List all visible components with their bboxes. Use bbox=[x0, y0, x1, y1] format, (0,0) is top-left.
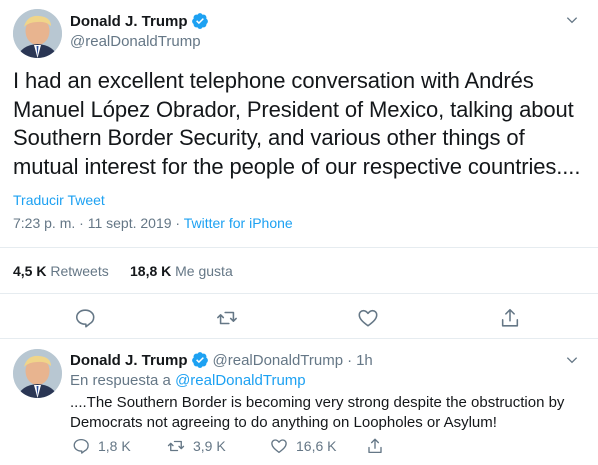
reply-mention-link[interactable]: @realDonaldTrump bbox=[175, 372, 306, 389]
tweet-meta: 7:23 p. m. · 11 sept. 2019 · Twitter for… bbox=[13, 215, 293, 231]
meta-separator: · bbox=[79, 215, 84, 231]
avatar-image bbox=[13, 9, 62, 58]
reply-count: 1,8 K bbox=[98, 438, 131, 454]
reply-button[interactable]: 1,8 K bbox=[72, 437, 131, 455]
retweets-count: 4,5 K bbox=[13, 263, 47, 279]
main-tweet: Donald J. Trump @realDonaldTrump I had a… bbox=[0, 0, 598, 339]
likes-label: Me gusta bbox=[175, 263, 233, 279]
share-icon[interactable] bbox=[499, 307, 521, 329]
meta-separator: · bbox=[347, 351, 353, 369]
tweet-text: I had an excellent telephone conversatio… bbox=[13, 68, 581, 179]
reply-icon bbox=[73, 438, 89, 454]
reply-context: En respuesta a @realDonaldTrump bbox=[70, 372, 306, 389]
meta-separator: · bbox=[175, 215, 181, 231]
translate-tweet-link[interactable]: Traducir Tweet bbox=[13, 192, 105, 208]
retweet-icon bbox=[167, 440, 185, 452]
avatar[interactable] bbox=[13, 9, 62, 58]
retweet-count: 3,9 K bbox=[193, 438, 226, 454]
display-name[interactable]: Donald J. Trump bbox=[70, 13, 188, 30]
retweets-stat[interactable]: 4,5 K Retweets bbox=[13, 263, 109, 279]
chevron-down-icon[interactable] bbox=[564, 352, 580, 368]
tweet-date[interactable]: 11 sept. 2019 bbox=[88, 215, 172, 231]
reply-icon[interactable] bbox=[74, 307, 96, 329]
author-handle[interactable]: @realDonaldTrump bbox=[213, 352, 344, 369]
share-icon bbox=[368, 438, 382, 454]
tweet-text: ....The Southern Border is becoming very… bbox=[70, 394, 565, 431]
likes-stat[interactable]: 18,8 K Me gusta bbox=[130, 263, 233, 279]
verified-badge-icon bbox=[191, 352, 208, 368]
tweet-stats: 4,5 K Retweets 18,8 K Me gusta bbox=[0, 247, 598, 294]
verified-badge-icon bbox=[191, 13, 208, 29]
tweet-time[interactable]: 7:23 p. m. bbox=[13, 215, 75, 231]
display-name[interactable]: Donald J. Trump bbox=[70, 352, 188, 369]
like-count: 16,6 K bbox=[296, 438, 337, 454]
author-name-row[interactable]: Donald J. Trump bbox=[70, 12, 209, 30]
chevron-down-icon[interactable] bbox=[564, 12, 580, 28]
likes-count: 18,8 K bbox=[130, 263, 172, 279]
tweet-time[interactable]: 1h bbox=[356, 352, 373, 369]
avatar[interactable] bbox=[13, 349, 62, 398]
like-button[interactable]: 16,6 K bbox=[270, 437, 336, 455]
retweet-icon[interactable] bbox=[216, 307, 238, 329]
reply-prefix: En respuesta a bbox=[70, 372, 171, 389]
tweet-source-link[interactable]: Twitter for iPhone bbox=[184, 215, 293, 231]
retweet-button[interactable]: 3,9 K bbox=[167, 437, 226, 455]
tweet-actions bbox=[0, 303, 598, 333]
author-handle[interactable]: @realDonaldTrump bbox=[70, 33, 201, 50]
avatar-image bbox=[13, 349, 62, 398]
retweets-label: Retweets bbox=[50, 263, 109, 279]
reply-tweet[interactable]: Donald J. Trump @realDonaldTrump · 1h En… bbox=[0, 339, 598, 465]
share-button[interactable] bbox=[366, 437, 392, 455]
heart-icon[interactable] bbox=[357, 307, 379, 329]
tweet-actions: 1,8 K 3,9 K 16,6 K bbox=[70, 437, 570, 457]
author-name-row[interactable]: Donald J. Trump @realDonaldTrump · 1h bbox=[70, 351, 373, 369]
heart-icon bbox=[271, 439, 287, 454]
